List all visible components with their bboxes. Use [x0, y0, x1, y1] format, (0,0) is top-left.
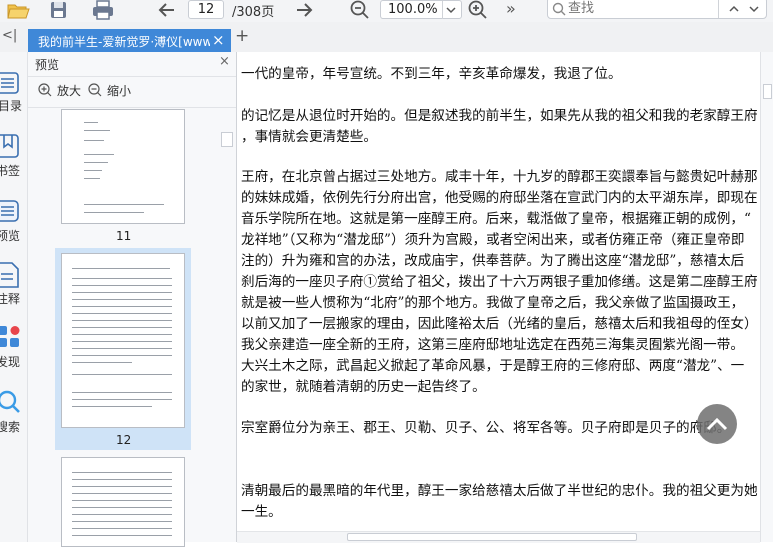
toc-icon — [0, 72, 19, 94]
vertical-scrollbar[interactable] — [760, 52, 773, 542]
rail-search[interactable]: 搜索 — [0, 390, 27, 435]
rail-preview[interactable]: 预览 — [0, 200, 27, 245]
text-line: 我父亲建造一座全新的王府，这第三座府邸地址选定在西苑三海集灵囿紫光阁一带。 — [241, 337, 744, 353]
text-line: 就是被一些人惯称为“北府”的那个地方。我做了皇帝之后，我父亲做了监国摄政王， — [241, 295, 745, 311]
search-icon — [552, 2, 566, 16]
text-line: 以前又加了一层搬家的理由，因此隆裕太后（光绪的皇后，慈禧太后和我祖母的侄女） — [241, 316, 758, 332]
page-thumbnail[interactable] — [61, 109, 185, 224]
text-line: 注的）升为雍和宫的办法，改成庙宇，供奉菩萨。为了腾出这座“潜龙邸”，慈禧太后 — [241, 253, 745, 269]
zoom-value: 100.0% — [388, 2, 438, 17]
search-divider — [718, 0, 719, 18]
text-line: 刹后海的一座贝子府①赏给了祖父，拨出了十六万两银子重加修缮。这是第二座醇王府 — [241, 274, 758, 290]
open-folder-icon[interactable] — [6, 0, 32, 20]
zoom-out-icon[interactable] — [349, 0, 371, 20]
tab-close-icon[interactable]: × — [212, 31, 225, 49]
search-box — [547, 0, 767, 19]
zoom-in-label: 放大 — [57, 84, 82, 98]
chevron-down-icon[interactable] — [445, 5, 457, 15]
preview-title: 预览 — [35, 58, 60, 72]
rail-label-notes: 注释 — [0, 292, 21, 306]
new-tab-button[interactable]: + — [235, 26, 249, 46]
text-line: 大兴土木之际，武昌起义掀起了革命风暴，于是醇王府的三修府邸、两度“潜龙”、一 — [241, 358, 745, 374]
more-icon[interactable]: » — [506, 0, 516, 18]
rail-notes[interactable]: 注释 — [0, 262, 27, 307]
search-next-icon[interactable] — [748, 4, 760, 14]
text-line: 音乐学院所在地。这就是第一座醇王府。后来，载湉做了皇帝，根据雍正朝的成例，“ — [241, 211, 751, 227]
text-line: 宗室爵位分为亲王、郡王、贝勒、贝子、公、将军各等。贝子府即是贝子的府邸。 — [241, 420, 731, 436]
zoom-out-label: 缩小 — [107, 84, 132, 98]
zoom-divider — [442, 1, 443, 19]
text-line: ，事情就会更清楚些。 — [241, 129, 377, 145]
divider — [28, 76, 236, 77]
text-line: 的记忆是从退位时开始的。但是叙述我的前半生，如果先从我的祖父和我的老家醇王府 — [241, 108, 758, 124]
next-page-icon[interactable] — [293, 0, 315, 20]
rail-label-search: 搜索 — [0, 420, 21, 434]
zoom-in-icon — [38, 83, 52, 97]
search-prev-icon[interactable] — [728, 4, 740, 14]
page-number-input[interactable] — [188, 0, 224, 19]
preview-panel: 预览 × 放大 缩小 11 12 — [28, 52, 237, 547]
text-line: 一代的皇帝，年号宣统。不到三年，辛亥革命爆发，我退了位。 — [241, 66, 622, 82]
text-line: 的妹妹成婚，依例先行分府出宫，他受赐的府邸坐落在宣武门内的太平湖东岸，即现在 — [241, 190, 758, 206]
text-line: 王府，在北京曾占据过三处地方。咸丰十年，十九岁的醇郡王奕譞奉旨与懿贵妃叶赫那 — [241, 169, 758, 185]
zoom-out-icon — [88, 83, 102, 97]
text-line: 清朝最后的最黑暗的年代里，醇王一家给慈禧太后做了半世纪的忠仆。我的祖父更为她 — [241, 483, 758, 499]
print-icon[interactable] — [91, 0, 115, 20]
zoom-in-icon[interactable] — [467, 0, 489, 20]
rail-discover[interactable]: 发现 — [0, 324, 27, 369]
rail-label-bookmarks: 书签 — [0, 164, 21, 178]
rail-label-toc: 目录 — [0, 99, 23, 113]
text-line: 的家世，就随着清朝的历史一起告终了。 — [241, 379, 486, 395]
bookmark-icon — [0, 134, 19, 158]
total-pages: /308页 — [232, 5, 275, 20]
document-page: 一代的皇帝，年号宣统。不到三年，辛亥革命爆发，我退了位。 的记忆是从退位时开始的… — [237, 52, 760, 542]
horizontal-scrollbar-thumb[interactable] — [347, 533, 637, 541]
discover-icon — [0, 326, 20, 347]
page-thumbnail-selected[interactable] — [61, 253, 185, 428]
search-input[interactable] — [568, 0, 708, 17]
notes-icon — [0, 262, 19, 288]
preview-icon — [0, 200, 19, 222]
search-icon — [0, 390, 20, 413]
rail-label-discover: 发现 — [0, 355, 21, 369]
rail-toc[interactable]: 目录 — [0, 72, 27, 117]
vertical-scrollbar-thumb[interactable] — [763, 84, 772, 99]
rail-bookmarks[interactable]: 书签 — [0, 134, 27, 179]
save-icon[interactable] — [48, 0, 70, 20]
tab-title: 我的前半生-爱新觉罗·溥仪[www — [38, 35, 210, 49]
divider — [28, 107, 236, 108]
preview-close-icon[interactable]: × — [219, 54, 230, 69]
preview-scrollbar-thumb[interactable] — [221, 132, 233, 147]
tab-document[interactable]: 我的前半生-爱新觉罗·溥仪[www × — [28, 29, 231, 52]
thumbnail-page-number: 11 — [116, 229, 132, 243]
thumbnail-page-number: 12 — [116, 433, 132, 447]
text-line: 龙祥地”（又称为“潜龙邸”）须升为宫殿，或者空闲出来，或者仿雍正帝（雍正皇帝即 — [241, 232, 745, 248]
page-thumbnail[interactable] — [61, 457, 185, 547]
text-line: 一生。 — [241, 504, 282, 520]
prev-page-icon[interactable] — [156, 0, 178, 20]
horizontal-scrollbar[interactable] — [237, 531, 760, 543]
toolbar: /308页 100.0% » — [0, 0, 773, 23]
zoom-select[interactable]: 100.0% — [380, 0, 462, 19]
left-rail: 目录 书签 预览 注释 发现 搜索 — [0, 52, 28, 542]
back-to-top-button[interactable] — [697, 404, 737, 444]
collapse-sidebar-icon[interactable]: <| — [2, 28, 17, 43]
chevron-up-icon — [706, 417, 728, 431]
rail-label-preview: 预览 — [0, 229, 21, 243]
